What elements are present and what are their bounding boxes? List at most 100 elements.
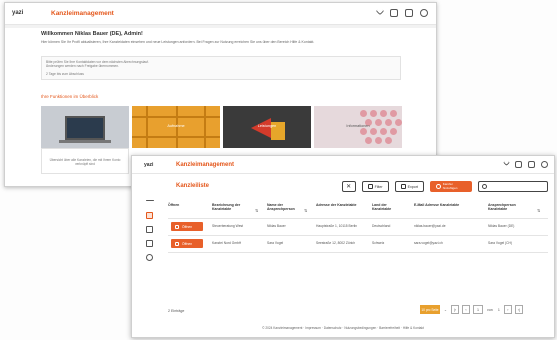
last-page-button[interactable]: ›| [514, 305, 523, 314]
column-header-bezeichnung[interactable]: Bezeichnung der Kanzleiakte [212, 203, 250, 211]
chart-icon[interactable] [146, 240, 153, 247]
export-label: Export [407, 184, 418, 189]
dot-pattern [380, 110, 387, 117]
dot-pattern [365, 137, 372, 144]
app-logo[interactable]: yazi [144, 162, 153, 168]
tile-description-card: Übersicht über alle Kanzleien, die mit I… [41, 148, 129, 174]
search-input[interactable] [478, 181, 548, 192]
tile-leistungen[interactable]: Leistungen [223, 106, 311, 148]
search-icon [482, 184, 487, 189]
column-header-adresse[interactable]: Adresse der Kanzleiakte [316, 203, 364, 207]
subheader-strip [5, 25, 436, 28]
dot-pattern [385, 137, 392, 144]
info-icon[interactable] [541, 161, 548, 168]
sort-icon[interactable]: ⇅ [537, 208, 540, 213]
cell-email[interactable]: niklas.bauer@yazi.de [414, 224, 446, 228]
sort-icon[interactable]: ⇅ [304, 208, 307, 213]
laptop-base [59, 140, 111, 143]
cell-land: Schweiz [372, 241, 385, 245]
column-header-kontakt[interactable]: Ansprechperson Kanzleiakte [488, 203, 532, 211]
dot-pattern [370, 110, 377, 117]
row-divider [168, 252, 548, 253]
filter-icon [367, 184, 373, 189]
row-divider [168, 235, 548, 236]
settings-icon[interactable] [146, 254, 153, 261]
tile-label: Aufnahme [167, 124, 185, 128]
open-label: Öffnen [182, 224, 193, 229]
cell-adresse: Seestraße 12, 8002 Zürich [316, 241, 356, 245]
document-icon[interactable] [390, 9, 398, 17]
close-icon: ✕ [346, 184, 352, 190]
notification-icon[interactable] [405, 9, 413, 17]
pattern-row [132, 116, 220, 118]
top-bar: yazi Kanzleimanagement [132, 156, 554, 174]
dot-pattern [375, 137, 382, 144]
page-size-select[interactable]: 10 pro Seite [420, 305, 440, 314]
prev-page-button[interactable]: ‹ [462, 305, 471, 314]
chevron-down-icon[interactable] [502, 158, 511, 167]
open-label: Öffnen [182, 241, 193, 246]
toolbar: ✕ Filter Export Kanzlei hinzufügen [341, 181, 548, 192]
notice-label: 2 Tage bis zum Abschluss [46, 71, 84, 76]
open-row-button[interactable]: Öffnen [171, 222, 203, 231]
notification-icon[interactable] [528, 161, 535, 168]
list-icon[interactable] [146, 212, 153, 219]
clear-filter-button[interactable]: ✕ [341, 181, 356, 192]
laptop-image [65, 116, 105, 140]
tile-label: Leistungen [257, 124, 277, 128]
row-count: 2 Einträge [168, 309, 185, 313]
header-icons [375, 6, 428, 17]
cell-bezeichnung: Steuerberatung West [212, 224, 244, 228]
export-button[interactable]: Export [394, 181, 424, 192]
folder-icon [175, 224, 179, 229]
header-divider [168, 218, 548, 219]
notice-line-2: Änderungen werden nach Freigabe übernomm… [46, 64, 119, 69]
page-total-label: 1 [497, 307, 500, 312]
open-row-button[interactable]: Öffnen [171, 239, 203, 248]
cell-land: Deutschland [372, 224, 391, 228]
document-icon[interactable] [515, 161, 522, 168]
column-header-name[interactable]: Name der Ansprechperson [267, 203, 303, 211]
sort-icon[interactable]: ⇅ [255, 208, 258, 213]
current-page-input[interactable]: 1 [473, 305, 484, 314]
chevron-down-icon[interactable] [375, 6, 385, 16]
chevron-down-icon[interactable]: ⌄ [443, 308, 448, 312]
column-header-email[interactable]: E-Mail Adresse Kanzleiakte [414, 203, 462, 207]
dot-pattern [390, 128, 397, 135]
pattern-row [132, 136, 220, 138]
screenshot-stage: yazi Kanzleimanagement Willkommen Niklas… [0, 0, 557, 340]
tile-overview[interactable] [41, 106, 129, 148]
app-logo[interactable]: yazi [12, 10, 23, 16]
tile-informationen[interactable]: Informationen [314, 106, 402, 148]
column-header-land[interactable]: Land der Kanzleiakte [372, 203, 406, 211]
footer-links[interactable]: © 2024 Kanzleimanagement · Impressum · D… [132, 326, 554, 330]
arrow-graphic [251, 118, 271, 138]
add-label: Kanzlei hinzufügen [442, 182, 458, 190]
add-kanzlei-button[interactable]: Kanzlei hinzufügen [430, 181, 472, 192]
next-page-button[interactable]: › [503, 305, 512, 314]
cell-adresse: Hauptstraße 1, 10115 Berlin [316, 224, 357, 228]
dot-pattern [390, 110, 397, 117]
foreground-window: yazi Kanzleimanagement Kanzleiliste ✕ Fi… [131, 155, 555, 338]
dot-pattern [360, 110, 367, 117]
dot-pattern [370, 128, 377, 135]
menu-icon[interactable] [146, 200, 154, 201]
cell-email[interactable]: sara.vogel@yazi.ch [414, 241, 443, 245]
page-title: Kanzleiliste [176, 183, 210, 189]
info-icon[interactable] [420, 9, 428, 17]
app-title: Kanzleimanagement [176, 162, 235, 168]
users-icon[interactable] [146, 226, 153, 233]
tile-aufnahme[interactable]: Aufnahme [132, 106, 220, 148]
header-icons [502, 158, 548, 168]
first-page-button[interactable]: |‹ [451, 305, 460, 314]
tile-label: Informationen [346, 124, 370, 128]
export-icon [400, 184, 406, 189]
filter-button[interactable]: Filter [361, 181, 389, 192]
folder-icon [175, 241, 179, 246]
dot-pattern [380, 128, 387, 135]
cell-kontakt: Niklas Bauer (DE) [488, 224, 515, 228]
intro-text: Hier können Sie Ihr Profil aktualisieren… [41, 40, 315, 44]
page-of-label: von [487, 307, 493, 312]
top-bar: yazi Kanzleimanagement [5, 3, 436, 25]
cell-name: Niklas Bauer [267, 224, 286, 228]
